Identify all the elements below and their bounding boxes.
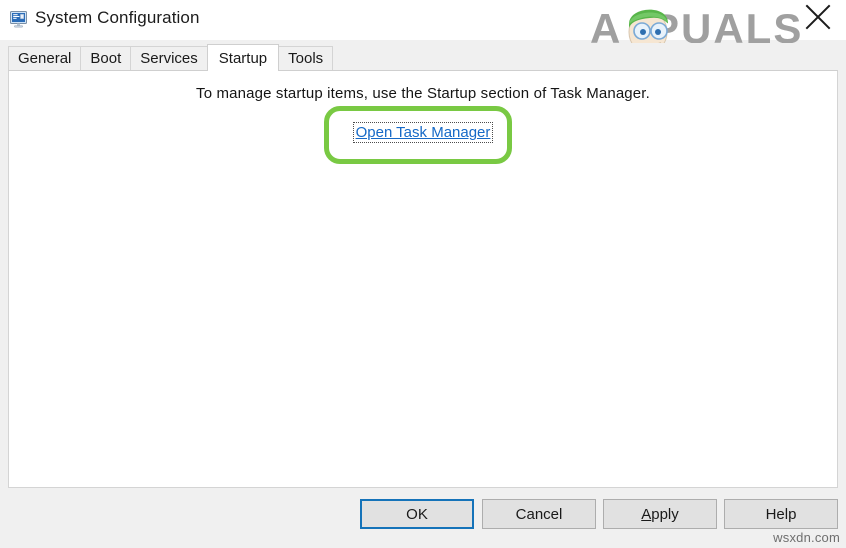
tab-general-label: General: [18, 50, 72, 67]
system-configuration-window: System Configuration A PUALS General Boo…: [0, 0, 846, 548]
help-button-label: Help: [765, 505, 797, 523]
tab-strip: General Boot Services Startup Tools: [0, 43, 846, 71]
close-icon[interactable]: [805, 6, 835, 32]
dialog-footer: OK Cancel Apply Help wsxdn.com: [0, 488, 846, 548]
window-title: System Configuration: [35, 8, 200, 27]
startup-tab-panel: To manage startup items, use the Startup…: [8, 70, 838, 488]
title-bar: System Configuration A PUALS: [0, 0, 846, 54]
help-button[interactable]: Help: [724, 499, 838, 529]
tab-boot-label: Boot: [90, 50, 122, 67]
tab-boot[interactable]: Boot: [80, 46, 132, 70]
apply-button[interactable]: Apply: [603, 499, 717, 529]
startup-instruction-text: To manage startup items, use the Startup…: [196, 85, 650, 102]
ok-button-label: OK: [406, 505, 428, 523]
open-task-manager-link[interactable]: Open Task Manager: [352, 122, 494, 143]
apply-button-accel: A: [641, 505, 652, 523]
tab-tools[interactable]: Tools: [278, 46, 334, 70]
tab-services[interactable]: Services: [130, 46, 208, 70]
tab-services-label: Services: [140, 50, 198, 67]
apply-button-label: pply: [651, 505, 679, 523]
tab-startup[interactable]: Startup: [206, 44, 280, 71]
site-watermark: wsxdn.com: [773, 530, 840, 545]
cancel-button[interactable]: Cancel: [482, 499, 596, 529]
open-task-manager-link-wrapper: Open Task Manager: [9, 122, 837, 143]
system-configuration-icon: [10, 11, 27, 28]
tab-startup-label: Startup: [218, 49, 268, 67]
cancel-button-label: Cancel: [515, 505, 563, 523]
ok-button[interactable]: OK: [360, 499, 474, 529]
tab-tools-label: Tools: [288, 50, 324, 67]
tab-general[interactable]: General: [8, 46, 82, 70]
